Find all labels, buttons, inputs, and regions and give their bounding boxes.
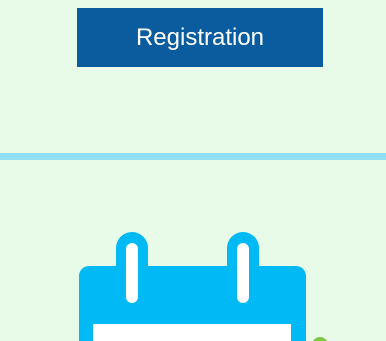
calendar-icon	[79, 232, 327, 341]
calendar-body	[79, 266, 306, 341]
accent-dot	[313, 337, 327, 341]
